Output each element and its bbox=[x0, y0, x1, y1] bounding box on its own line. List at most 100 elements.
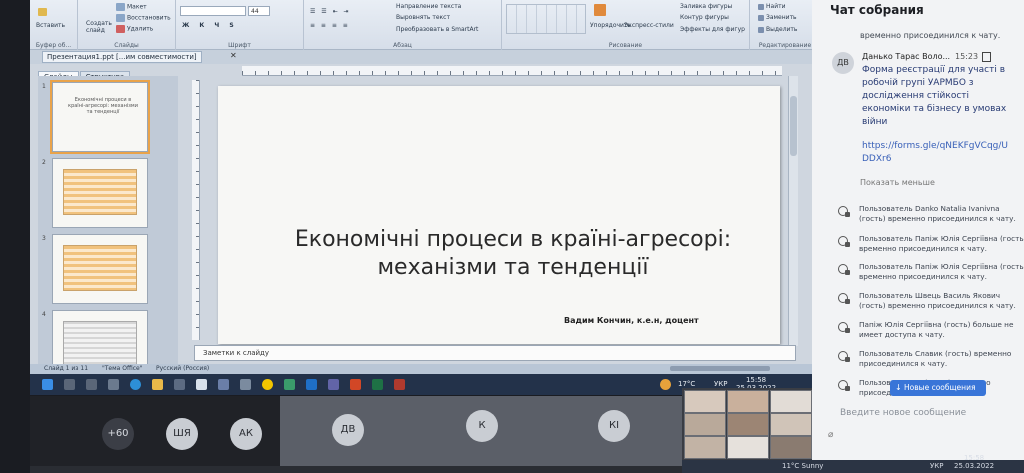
find-icon bbox=[758, 3, 764, 10]
host-clock[interactable]: 15:58 25.03.2022 bbox=[954, 454, 994, 470]
message-link[interactable]: https://forms.gle/qNEKFgVCqg/UDDXr6 bbox=[862, 140, 1012, 166]
attach-icon[interactable]: ⌀ bbox=[828, 430, 833, 440]
align-text-button[interactable]: Выровнять текст bbox=[396, 14, 450, 21]
yandex-icon[interactable] bbox=[262, 379, 273, 390]
shapes-gallery[interactable] bbox=[506, 4, 586, 34]
task-view-icon[interactable] bbox=[86, 379, 97, 390]
document-tab[interactable]: Презентация1.ppt [...им совместимости] bbox=[42, 51, 202, 63]
notes-pane[interactable]: Заметки к слайду bbox=[194, 345, 796, 361]
participant-avatar[interactable]: К bbox=[466, 410, 498, 442]
participant-avatar[interactable]: ДВ bbox=[332, 414, 364, 446]
show-less-link[interactable]: Показать меньше bbox=[860, 178, 935, 187]
video-tile[interactable] bbox=[727, 436, 769, 459]
vertical-ruler bbox=[192, 80, 200, 340]
taskbar-time: 15:58 bbox=[745, 376, 767, 384]
video-tile[interactable] bbox=[684, 413, 726, 436]
align-buttons[interactable]: ≡ ≡ ≡ ≡ bbox=[310, 22, 350, 29]
slide-canvas[interactable]: Економічні процеси в країні-агресорі: ме… bbox=[218, 86, 780, 344]
slide-thumbnails-pane: 1 Економічні процеси в країні-агресорі: … bbox=[38, 76, 178, 380]
host-date: 25.03.2022 bbox=[954, 462, 995, 470]
notice-text: Папіж Юлія Сергіївна (гость) больше не и… bbox=[859, 320, 1014, 339]
scrollbar-thumb[interactable] bbox=[790, 96, 797, 156]
shape-fill-button[interactable]: Заливка фигуры bbox=[680, 3, 732, 10]
video-tile[interactable] bbox=[770, 413, 812, 436]
mail-icon[interactable] bbox=[196, 379, 207, 390]
video-grid bbox=[682, 388, 812, 460]
font-name-select[interactable] bbox=[180, 6, 246, 16]
photos-icon[interactable] bbox=[218, 379, 229, 390]
message-body: Форма реєстрації для участі в робочій гр… bbox=[862, 65, 1007, 127]
layout-button[interactable]: Макет bbox=[116, 3, 147, 11]
replace-button[interactable]: Заменить bbox=[758, 14, 797, 21]
participant-avatar[interactable]: ШЯ bbox=[166, 418, 198, 450]
reset-icon bbox=[116, 14, 125, 22]
new-slide-button[interactable]: Создать слайд bbox=[86, 20, 114, 34]
select-button[interactable]: Выделить bbox=[758, 26, 797, 33]
video-tile[interactable] bbox=[727, 413, 769, 436]
video-tile[interactable] bbox=[684, 390, 726, 413]
video-tile[interactable] bbox=[684, 436, 726, 459]
smartart-button[interactable]: Преобразовать в SmartArt bbox=[396, 26, 478, 33]
search-icon[interactable] bbox=[64, 379, 75, 390]
participants-left: +60 ШЯ АК bbox=[30, 396, 280, 466]
font-size-select[interactable]: 44 bbox=[248, 6, 270, 16]
message-options-icon[interactable] bbox=[982, 52, 991, 62]
thumbnail-number: 1 bbox=[42, 83, 46, 90]
powerpoint-icon[interactable] bbox=[350, 379, 361, 390]
edge-icon[interactable] bbox=[130, 379, 141, 390]
layout-label: Макет bbox=[127, 3, 147, 11]
shape-effects-button[interactable]: Эффекты для фигур bbox=[680, 26, 745, 33]
slide-title[interactable]: Економічні процеси в країні-агресорі: ме… bbox=[278, 226, 748, 282]
slide-thumbnail-2[interactable]: 2 bbox=[42, 158, 148, 228]
message-time: 15:23 bbox=[955, 52, 979, 61]
chat-leave-notice: Папіж Юлія Сергіївна (гость) больше не и… bbox=[834, 320, 1024, 346]
more-participants-avatar[interactable]: +60 bbox=[102, 418, 134, 450]
taskbar-language[interactable]: УКР bbox=[714, 380, 727, 388]
excel-icon[interactable] bbox=[372, 379, 383, 390]
chat-join-notice: Пользователь Славик (гость) временно при… bbox=[834, 349, 1024, 375]
store-icon[interactable] bbox=[174, 379, 185, 390]
arrange-button[interactable] bbox=[594, 4, 608, 16]
paste-button[interactable] bbox=[38, 8, 49, 16]
find-button[interactable]: Найти bbox=[758, 3, 785, 10]
chat-message-input[interactable]: Введите новое сообщение bbox=[840, 408, 966, 418]
list-buttons[interactable]: ☰ ☰ ⇤ ⇥ bbox=[310, 8, 351, 15]
message-sender: Данько Тарас Воло... bbox=[862, 52, 951, 61]
zoom-slider[interactable] bbox=[670, 366, 770, 371]
thumbnail-number: 3 bbox=[42, 235, 46, 242]
video-tile[interactable] bbox=[727, 390, 769, 413]
reset-button[interactable]: Восстановить bbox=[116, 14, 171, 22]
paste-label: Вставить bbox=[36, 22, 66, 29]
screenshot-root: Вставить Буфер об... Создать слайд Макет… bbox=[0, 0, 1024, 473]
start-icon[interactable] bbox=[42, 379, 53, 390]
host-taskbar: 11°C Sunny УКР 15:58 25.03.2022 bbox=[682, 454, 1024, 473]
video-tile[interactable] bbox=[770, 390, 812, 413]
notice-text: Пользователь Danko Natalia Ivanivna (гос… bbox=[859, 204, 1016, 223]
quick-styles-button[interactable]: Экспресс-стили bbox=[624, 22, 674, 29]
widgets-icon[interactable] bbox=[108, 379, 119, 390]
close-document-icon[interactable]: ✕ bbox=[230, 51, 237, 60]
participant-avatar[interactable]: АК bbox=[230, 418, 262, 450]
pdf-icon[interactable] bbox=[394, 379, 405, 390]
delete-button[interactable]: Удалить bbox=[116, 25, 153, 33]
slide-scrollbar[interactable] bbox=[788, 76, 798, 346]
slide-author[interactable]: Вадим Кончин, к.е.н, доцент bbox=[564, 316, 699, 325]
user-join-icon bbox=[838, 293, 850, 304]
slide-thumbnail-3[interactable]: 3 bbox=[42, 234, 148, 304]
host-language[interactable]: УКР bbox=[930, 462, 943, 470]
participant-avatar[interactable]: КІ bbox=[598, 410, 630, 442]
word-icon[interactable] bbox=[306, 379, 317, 390]
avatar: ДВ bbox=[832, 52, 854, 74]
text-direction-button[interactable]: Направление текста bbox=[396, 3, 461, 10]
slide-thumbnail-1[interactable]: 1 Економічні процеси в країні-агресорі: … bbox=[42, 80, 150, 154]
arrange-icon bbox=[594, 4, 606, 16]
explorer-icon[interactable] bbox=[152, 379, 163, 390]
video-tile[interactable] bbox=[770, 436, 812, 459]
shape-outline-button[interactable]: Контур фигуры bbox=[680, 14, 729, 21]
chrome-icon[interactable] bbox=[284, 379, 295, 390]
font-style-buttons[interactable]: Ж К Ч S bbox=[182, 22, 238, 29]
user-join-icon bbox=[838, 380, 850, 391]
teams-icon[interactable] bbox=[328, 379, 339, 390]
new-messages-button[interactable]: Новые сообщения bbox=[890, 380, 986, 396]
settings-icon[interactable] bbox=[240, 379, 251, 390]
